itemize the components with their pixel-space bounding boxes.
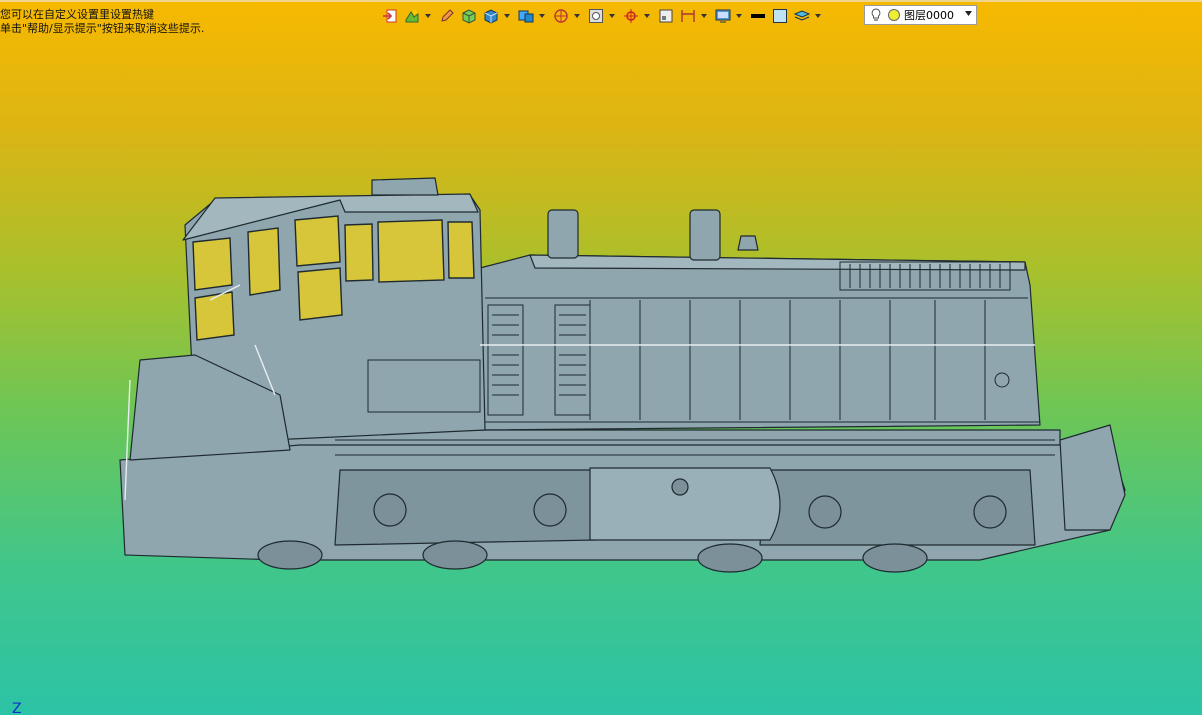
- cab-window: [377, 219, 445, 283]
- wheel: [862, 543, 928, 573]
- bell: [737, 235, 759, 251]
- axle-box: [533, 493, 567, 527]
- cab-window: [194, 291, 235, 341]
- fuel-tank: [589, 467, 781, 541]
- exhaust-stack-2: [689, 209, 721, 261]
- axis-z-label: Z: [12, 701, 22, 715]
- cab-window: [447, 221, 475, 279]
- tank-filler: [671, 478, 689, 496]
- axle-box: [808, 495, 842, 529]
- cab-window: [297, 267, 343, 321]
- axle-box: [973, 495, 1007, 529]
- horn: [371, 177, 439, 196]
- cab-window: [192, 237, 233, 291]
- locomotive-model[interactable]: Z: [0, 0, 1202, 715]
- rear-plate: [1059, 424, 1126, 531]
- wheel: [422, 540, 488, 570]
- cab-window: [344, 223, 374, 282]
- cab-window: [247, 227, 281, 296]
- wheel: [697, 543, 763, 573]
- long-hood: [479, 254, 1041, 431]
- cab-window: [294, 215, 341, 267]
- wheel: [257, 540, 323, 570]
- exhaust-stack-1: [547, 209, 579, 259]
- axle-box: [373, 493, 407, 527]
